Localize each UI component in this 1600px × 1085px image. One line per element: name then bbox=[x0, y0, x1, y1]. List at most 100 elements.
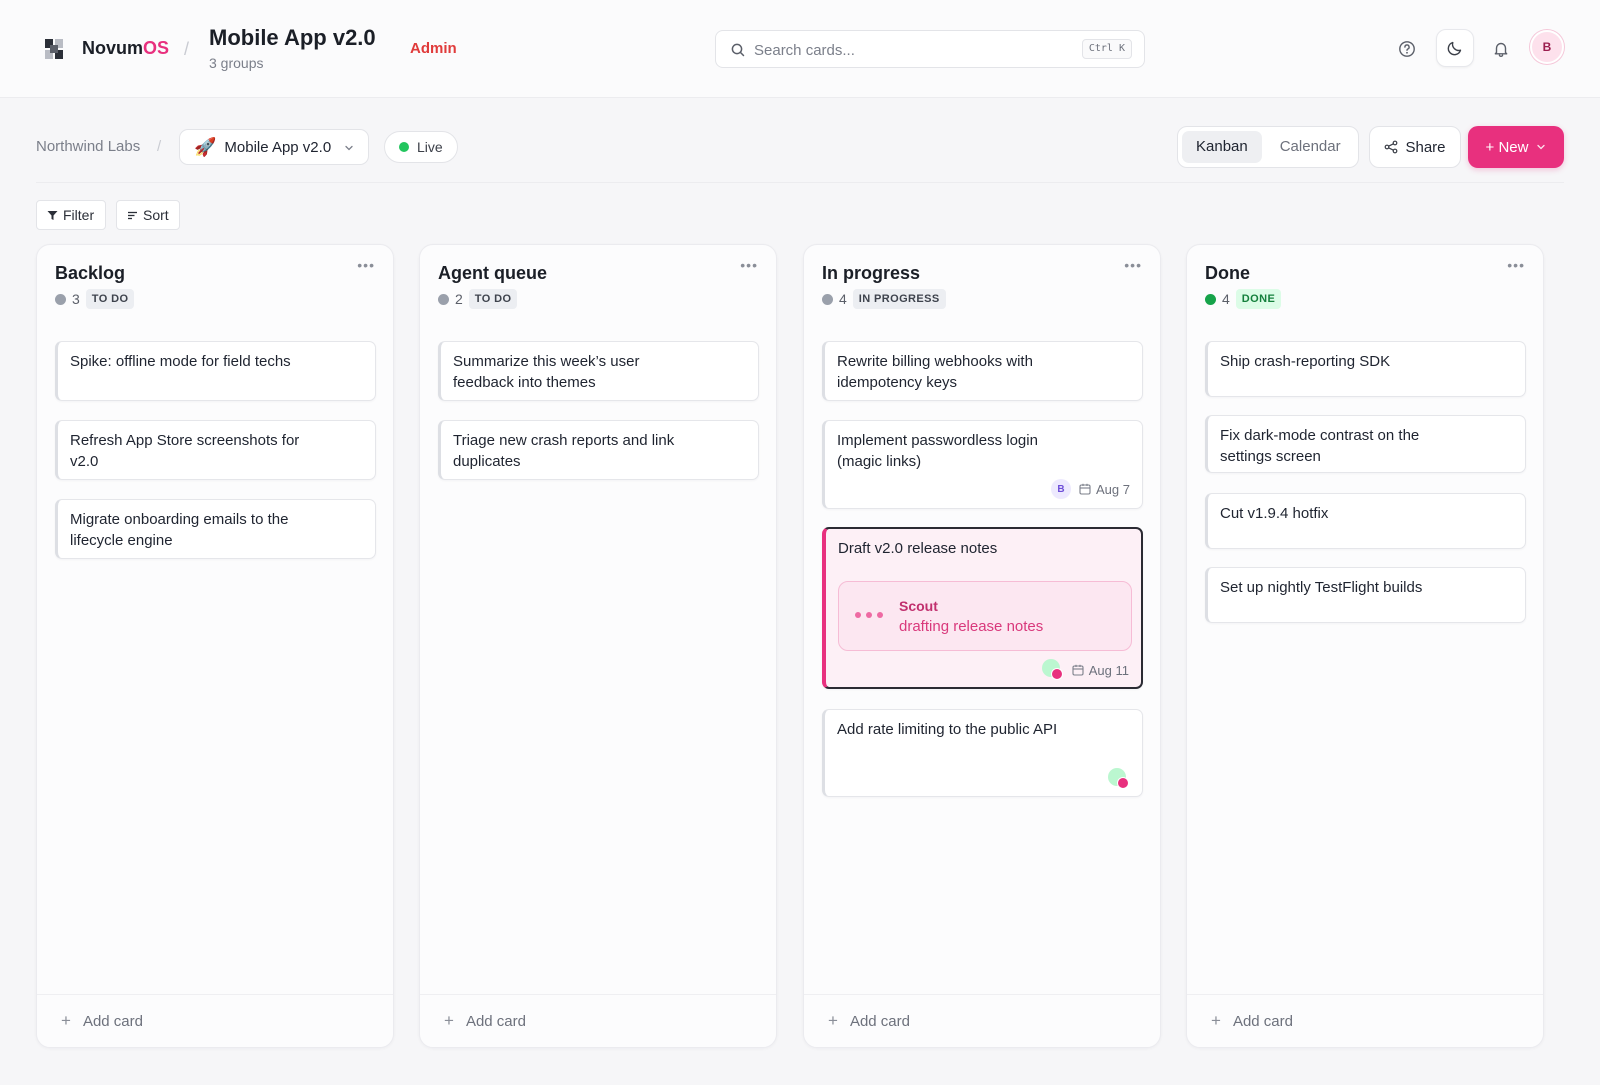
card-title: Add rate limiting to the public API bbox=[837, 721, 1058, 738]
card-title: Ship crash-reporting SDK bbox=[1220, 353, 1391, 370]
filter-button[interactable]: Filter bbox=[36, 200, 106, 230]
more-icon[interactable]: ••• bbox=[740, 257, 758, 273]
more-icon[interactable]: ••• bbox=[1124, 257, 1142, 273]
brand-name[interactable]: NovumOS bbox=[82, 38, 169, 59]
search-input[interactable] bbox=[754, 39, 1054, 61]
task-card[interactable]: Implement passwordless login (magic link… bbox=[822, 420, 1143, 509]
column-title: Backlog bbox=[55, 263, 126, 283]
task-card[interactable]: Add rate limiting to the public API bbox=[822, 709, 1143, 797]
new-label: + New bbox=[1485, 138, 1529, 156]
help-icon bbox=[1399, 41, 1415, 57]
view-switcher: Kanban Calendar bbox=[1177, 126, 1359, 168]
page-title: Mobile App v2.0 bbox=[209, 25, 376, 50]
card-meta: B Aug 7 bbox=[1051, 479, 1130, 499]
card-title: Implement passwordless login (magic link… bbox=[837, 432, 1038, 470]
theme-toggle-button[interactable] bbox=[1436, 29, 1474, 67]
card-title: Refresh App Store screenshots for v2.0 bbox=[70, 432, 300, 470]
column-status-dot bbox=[438, 293, 449, 305]
column-done: Done ••• 4 DONE Ship crash-reporting SDK… bbox=[1186, 244, 1544, 1048]
help-button[interactable] bbox=[1388, 30, 1426, 68]
filter-icon bbox=[47, 210, 58, 220]
column-footer-divider bbox=[420, 994, 776, 995]
breadcrumb-org[interactable]: Northwind Labs bbox=[36, 138, 140, 155]
role-badge: Admin bbox=[410, 40, 457, 57]
task-card[interactable]: Rewrite billing webhooks with idempotenc… bbox=[822, 341, 1143, 401]
sort-button[interactable]: Sort bbox=[116, 200, 180, 230]
project-name: Mobile App v2.0 bbox=[224, 138, 332, 156]
column-agent-queue: Agent queue ••• 2 TO DO Summarize this w… bbox=[419, 244, 777, 1048]
column-backlog: Backlog ••• 3 TO DO Spike: offline mode … bbox=[36, 244, 394, 1048]
task-card[interactable]: Set up nightly TestFlight builds bbox=[1205, 567, 1526, 623]
column-status-tag: TO DO bbox=[85, 289, 135, 309]
view-tab-calendar[interactable]: Calendar bbox=[1266, 131, 1355, 163]
due-date: Aug 7 bbox=[1079, 482, 1130, 497]
more-icon[interactable]: ••• bbox=[357, 257, 375, 273]
status-badge: Live bbox=[384, 131, 458, 163]
more-icon[interactable]: ••• bbox=[1507, 257, 1525, 273]
card-title: Migrate onboarding emails to the lifecyc… bbox=[70, 511, 289, 549]
column-count: 2 bbox=[455, 291, 463, 307]
add-card-label: Add card bbox=[465, 1012, 526, 1030]
add-card-button[interactable]: + Add card bbox=[1211, 1011, 1293, 1031]
notifications-button[interactable] bbox=[1482, 30, 1520, 68]
column-header: Backlog ••• 3 TO DO bbox=[37, 245, 393, 325]
page-subtitle: 3 groups bbox=[209, 55, 264, 71]
column-title: In progress bbox=[822, 263, 921, 283]
task-card[interactable]: Cut v1.9.4 hotfix bbox=[1205, 493, 1526, 549]
app-logo-icon[interactable] bbox=[44, 38, 64, 60]
card-title: Fix dark-mode contrast on the settings s… bbox=[1220, 427, 1420, 465]
plus-icon: + bbox=[1211, 1011, 1221, 1030]
card-title: Rewrite billing webhooks with idempotenc… bbox=[837, 353, 1033, 391]
column-status-dot bbox=[822, 293, 833, 305]
agent-avatar[interactable] bbox=[1108, 768, 1130, 790]
plus-icon: + bbox=[828, 1011, 838, 1030]
add-card-button[interactable]: + Add card bbox=[61, 1011, 143, 1031]
task-card[interactable]: Fix dark-mode contrast on the settings s… bbox=[1205, 415, 1526, 473]
task-card[interactable]: Triage new crash reports and link duplic… bbox=[438, 420, 759, 480]
add-card-button[interactable]: + Add card bbox=[444, 1011, 526, 1031]
agent-avatar[interactable] bbox=[1041, 659, 1064, 681]
column-status-tag: TO DO bbox=[468, 289, 518, 309]
calendar-icon bbox=[1079, 483, 1091, 495]
due-date: Aug 11 bbox=[1072, 663, 1129, 678]
task-card[interactable]: Spike: offline mode for field techs bbox=[55, 341, 376, 401]
bell-icon bbox=[1494, 42, 1508, 57]
plus-icon: + bbox=[444, 1011, 454, 1030]
task-card[interactable]: Migrate onboarding emails to the lifecyc… bbox=[55, 499, 376, 559]
sort-icon bbox=[128, 211, 137, 219]
task-card[interactable]: Refresh App Store screenshots for v2.0 bbox=[55, 420, 376, 480]
column-status-tag: DONE bbox=[1235, 289, 1282, 309]
column-footer-divider bbox=[804, 994, 1160, 995]
add-card-label: Add card bbox=[1232, 1012, 1293, 1030]
search-icon bbox=[731, 43, 745, 57]
share-icon bbox=[1385, 140, 1398, 154]
column-title: Done bbox=[1205, 263, 1250, 283]
task-card[interactable]: Ship crash-reporting SDK bbox=[1205, 341, 1526, 397]
add-card-label: Add card bbox=[849, 1012, 910, 1030]
column-header: Done ••• 4 DONE bbox=[1187, 245, 1543, 325]
assignee-avatar[interactable]: B bbox=[1051, 479, 1072, 499]
column-footer-divider bbox=[1187, 994, 1543, 995]
due-date-label: Aug 7 bbox=[1096, 481, 1130, 497]
sort-label: Sort bbox=[143, 207, 169, 223]
project-selector[interactable]: 🚀 Mobile App v2.0 bbox=[179, 129, 369, 165]
user-avatar[interactable]: B bbox=[1530, 30, 1564, 64]
add-card-button[interactable]: + Add card bbox=[828, 1011, 910, 1031]
header-separator: / bbox=[184, 39, 190, 59]
new-item-button[interactable]: + New bbox=[1468, 126, 1564, 168]
task-card-selected[interactable]: Draft v2.0 release notes Scout drafting … bbox=[822, 527, 1143, 689]
card-meta: Aug 11 bbox=[1041, 659, 1129, 681]
plus-icon: + bbox=[61, 1011, 71, 1030]
card-title: Set up nightly TestFlight builds bbox=[1220, 579, 1423, 596]
typing-indicator-icon bbox=[855, 612, 883, 618]
card-title: Summarize this week’s user feedback into… bbox=[453, 353, 640, 391]
column-meta: 3 TO DO bbox=[55, 289, 135, 309]
search-box[interactable]: Ctrl K bbox=[715, 30, 1145, 68]
task-card[interactable]: Summarize this week’s user feedback into… bbox=[438, 341, 759, 401]
column-footer-divider bbox=[37, 994, 393, 995]
column-in-progress: In progress ••• 4 IN PROGRESS Rewrite bi… bbox=[803, 244, 1161, 1048]
filter-label: Filter bbox=[63, 207, 95, 223]
share-button[interactable]: Share bbox=[1369, 126, 1461, 168]
view-tab-kanban[interactable]: Kanban bbox=[1182, 131, 1262, 163]
top-bar: NovumOS / Mobile App v2.0 3 groups Admin… bbox=[0, 0, 1600, 98]
